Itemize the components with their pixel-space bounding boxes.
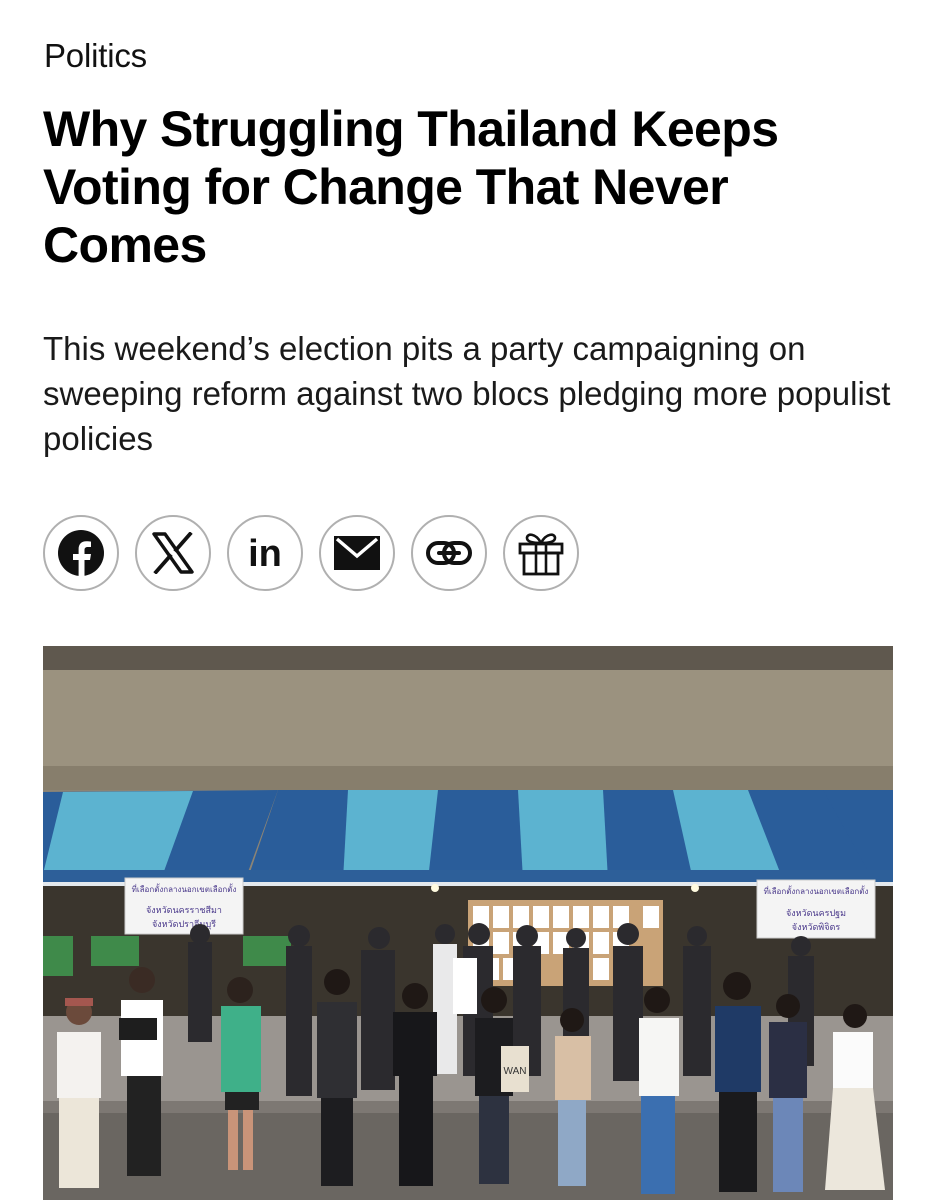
road xyxy=(43,1113,893,1200)
gift-icon xyxy=(518,533,564,576)
email-icon xyxy=(334,536,380,570)
article-headline: Why Struggling Thailand Keeps Voting for… xyxy=(43,101,779,273)
voter xyxy=(769,994,807,1192)
voting-booth xyxy=(91,936,139,966)
link-icon xyxy=(426,541,472,565)
linkedin-icon: in xyxy=(248,533,282,573)
article-dek: This weekend’s election pits a party cam… xyxy=(43,330,891,457)
gift-article-button[interactable] xyxy=(503,515,579,591)
sign-left-line-1: ที่เลือกตั้งกลางนอกเขตเลือกตั้ง xyxy=(132,883,237,894)
share-buttons: in xyxy=(43,515,595,591)
tent-light xyxy=(691,884,699,892)
sign-right-line-1: ที่เลือกตั้งกลางนอกเขตเลือกตั้ง xyxy=(764,885,869,896)
voter xyxy=(639,987,679,1194)
tent-canopy xyxy=(43,790,893,886)
sign-right-line-3: จังหวัดพิจิตร xyxy=(792,922,841,932)
linkedin-icon-text: in xyxy=(248,533,282,573)
tote-bag-text: WAN xyxy=(504,1066,527,1077)
polling-station-photo: ที่เลือกตั้งกลางนอกเขตเลือกตั้ง จังหวัดน… xyxy=(43,646,893,1200)
voting-booth xyxy=(243,936,291,966)
sign-right-line-2: จังหวัดนครปฐม xyxy=(786,908,846,919)
sign-left: ที่เลือกตั้งกลางนอกเขตเลือกตั้ง จังหวัดน… xyxy=(124,877,244,935)
section-label[interactable]: Politics xyxy=(44,36,147,76)
facebook-icon xyxy=(58,530,104,577)
voter xyxy=(393,983,437,1186)
x-icon xyxy=(152,532,194,574)
share-email-button[interactable] xyxy=(319,515,395,591)
tent-light xyxy=(431,884,439,892)
share-x-button[interactable] xyxy=(135,515,211,591)
sign-left-line-2: จังหวัดนครราชสีมา xyxy=(146,905,222,915)
concrete-ceiling xyxy=(43,646,893,670)
sign-right: ที่เลือกตั้งกลางนอกเขตเลือกตั้ง จังหวัดน… xyxy=(756,879,876,939)
share-linkedin-button[interactable]: in xyxy=(227,515,303,591)
copy-link-button[interactable] xyxy=(411,515,487,591)
hero-image[interactable]: ที่เลือกตั้งกลางนอกเขตเลือกตั้ง จังหวัดน… xyxy=(43,646,893,1200)
voting-booth xyxy=(43,936,73,976)
share-facebook-button[interactable] xyxy=(43,515,119,591)
